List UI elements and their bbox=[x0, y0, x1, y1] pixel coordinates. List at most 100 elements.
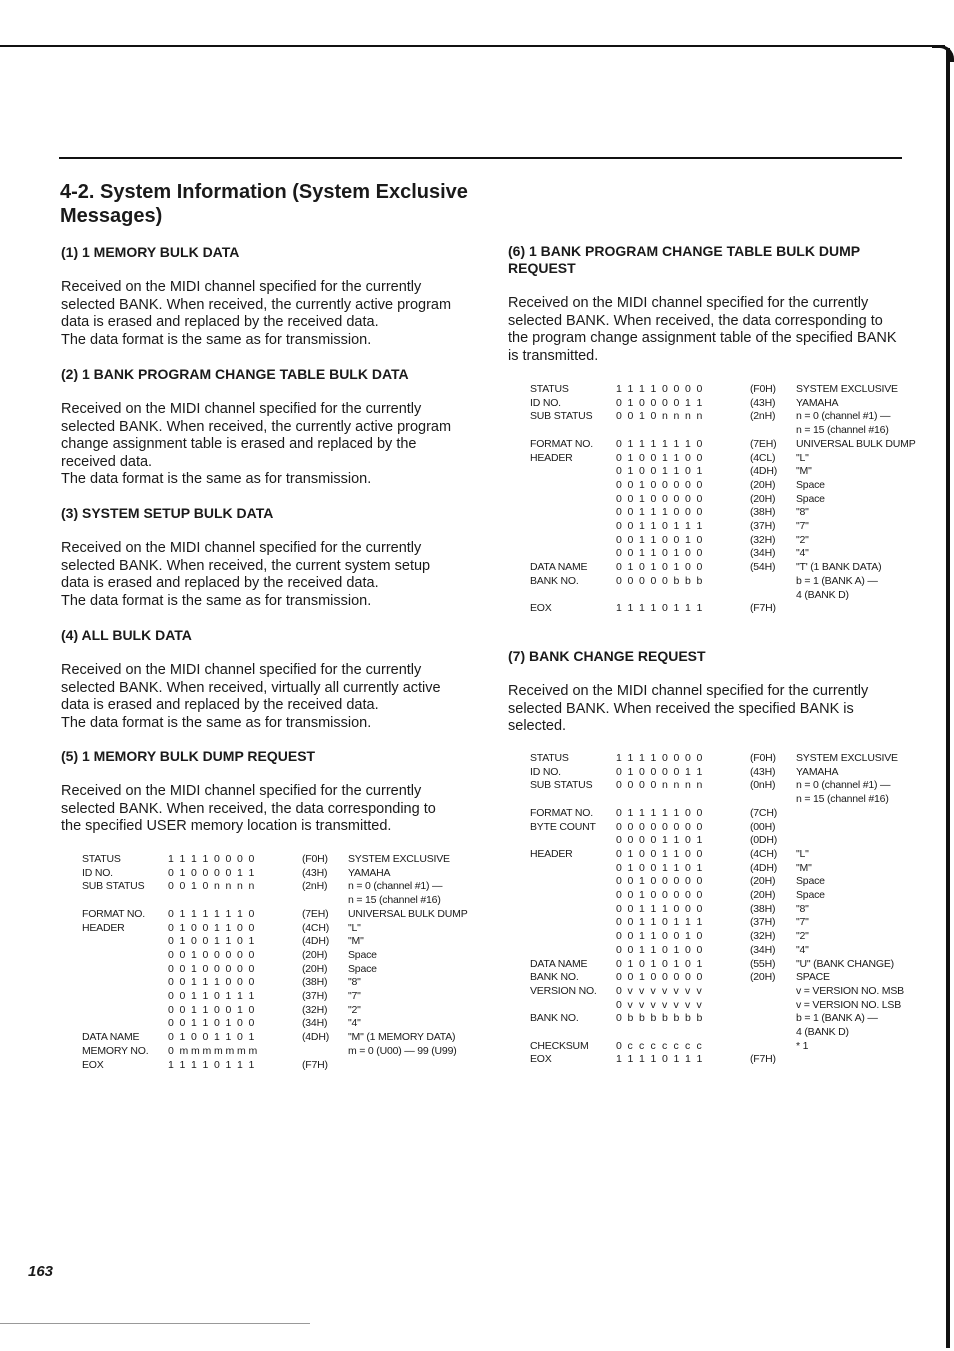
bit: 0 bbox=[696, 902, 703, 915]
bit: 1 bbox=[237, 907, 243, 920]
table-row: BANK NO. 0 b b b b b b b b = 1 (BANK A) — bbox=[530, 1012, 904, 1026]
bit: 0 bbox=[662, 533, 668, 546]
field-label: HEADER bbox=[82, 921, 125, 934]
hex-value bbox=[750, 999, 796, 1013]
bit: 1 bbox=[627, 861, 634, 874]
field-description: "8" bbox=[796, 902, 809, 915]
bit: v bbox=[673, 984, 679, 997]
bit-pattern: 0000nnnn bbox=[616, 779, 750, 793]
bit-pattern: 01001101 bbox=[616, 465, 750, 479]
field-description: n = 0 (channel #1) — bbox=[796, 410, 891, 423]
bit: 1 bbox=[673, 561, 680, 574]
field-label: BANK NO. bbox=[530, 971, 579, 984]
field-label bbox=[530, 944, 616, 958]
bit: 0 bbox=[673, 902, 680, 915]
field-description: "M" bbox=[796, 465, 812, 478]
bit: 0 bbox=[179, 880, 186, 893]
bit: 1 bbox=[191, 880, 197, 893]
field-description: m = 0 (U00) — 99 (U99) bbox=[348, 1044, 457, 1057]
table-row: DATA NAME 0 1 0 1 0 1 0 1 (55H) "U" (BANK CHANGE) bbox=[530, 958, 904, 972]
bit: 0 bbox=[639, 834, 645, 847]
table-row: HEADER 0 1 0 0 1 1 0 0 (4CL) "L" bbox=[530, 452, 916, 466]
field-label: STATUS bbox=[530, 383, 569, 395]
bit: 0 bbox=[214, 962, 220, 975]
field-label: BYTE COUNT bbox=[530, 820, 596, 833]
bit: 1 bbox=[248, 866, 255, 879]
bit: 1 bbox=[696, 765, 703, 778]
bit: 1 bbox=[627, 1053, 634, 1066]
field-label: FORMAT NO. bbox=[530, 806, 593, 819]
bit: 0 bbox=[627, 520, 634, 533]
bit: 0 bbox=[639, 561, 645, 574]
bit: 0 bbox=[202, 935, 209, 948]
bit: 0 bbox=[685, 547, 691, 560]
bit: 1 bbox=[168, 1058, 174, 1071]
bit: 0 bbox=[627, 930, 634, 943]
bit: 0 bbox=[662, 547, 668, 560]
hex-value: (F7H) bbox=[750, 1053, 776, 1066]
bit: 1 bbox=[237, 866, 243, 879]
bit: 0 bbox=[662, 820, 668, 833]
field-description: "7" bbox=[796, 520, 809, 533]
bit-pattern: 0010nnnn bbox=[168, 880, 302, 894]
bit: 1 bbox=[696, 396, 703, 409]
bit: 1 bbox=[202, 907, 209, 920]
field-description: "7" bbox=[796, 916, 809, 929]
bit: 0 bbox=[168, 976, 174, 989]
bit: 0 bbox=[696, 971, 703, 984]
bit: 0 bbox=[202, 866, 209, 879]
bit: v bbox=[639, 984, 645, 997]
bit: 1 bbox=[639, 806, 645, 819]
field-label: FORMAT NO. bbox=[82, 907, 145, 920]
bit: 0 bbox=[627, 478, 634, 491]
bit: 0 bbox=[616, 533, 622, 546]
field-description: Space bbox=[796, 478, 825, 491]
bit: 0 bbox=[248, 948, 255, 961]
bit: 0 bbox=[685, 875, 691, 888]
bit: 0 bbox=[696, 547, 703, 560]
bit: 1 bbox=[650, 506, 657, 519]
hex-value: (43H) bbox=[750, 765, 776, 778]
bit: 0 bbox=[248, 907, 255, 920]
table-row: 0 0 1 0 0 0 0 0 (20H) Space bbox=[530, 889, 904, 903]
bit: 0 bbox=[696, 820, 703, 833]
hex-value: (4CH) bbox=[302, 921, 329, 934]
bit: v bbox=[627, 984, 633, 997]
bit: 1 bbox=[191, 853, 197, 865]
bit: 1 bbox=[248, 990, 255, 1003]
bit: 0 bbox=[616, 410, 622, 423]
message-format-table: STATUS 1 1 1 1 0 0 0 0 (F0H) SYSTEM EXCLUSIVE ID NO… bbox=[530, 752, 904, 1067]
table-row: 0 0 1 1 1 0 0 0 (38H) "8" bbox=[530, 903, 904, 917]
hex-value: (20H) bbox=[750, 492, 776, 505]
hex-value: (34H) bbox=[302, 1017, 328, 1030]
bit: v bbox=[627, 998, 633, 1011]
bit-pattern: 11110000 bbox=[616, 383, 750, 397]
field-description: "7" bbox=[348, 990, 361, 1003]
bit: 0 bbox=[685, 506, 691, 519]
table-row: 0 0 1 0 0 0 0 0 (20H) Space bbox=[530, 479, 916, 493]
bit: 1 bbox=[627, 451, 634, 464]
bit: 1 bbox=[685, 930, 691, 943]
hex-value: (7CH) bbox=[750, 806, 777, 819]
bit: 1 bbox=[662, 451, 668, 464]
bit: v bbox=[662, 984, 668, 997]
bit: 1 bbox=[225, 1058, 232, 1071]
bit: 0 bbox=[685, 478, 691, 491]
bit: 1 bbox=[237, 990, 243, 1003]
bit: n bbox=[673, 779, 680, 792]
hex-value: (34H) bbox=[750, 547, 776, 560]
bit: 0 bbox=[616, 765, 622, 778]
bit: 1 bbox=[650, 383, 657, 395]
hex-value bbox=[750, 793, 796, 807]
bit: 1 bbox=[202, 1058, 209, 1071]
table-row: EOX 1 1 1 1 0 1 1 1 (F7H) bbox=[530, 1053, 904, 1067]
field-label: SUB STATUS bbox=[82, 880, 145, 893]
field-label bbox=[530, 493, 616, 507]
bit: 0 bbox=[616, 779, 622, 792]
hex-value: (20H) bbox=[302, 948, 328, 961]
bit-pattern: 11110111 bbox=[616, 1053, 750, 1067]
bit: b bbox=[639, 1012, 645, 1025]
bit: 0 bbox=[650, 574, 657, 587]
bit: 0 bbox=[639, 847, 645, 860]
bit-pattern: 01010101 bbox=[616, 958, 750, 972]
